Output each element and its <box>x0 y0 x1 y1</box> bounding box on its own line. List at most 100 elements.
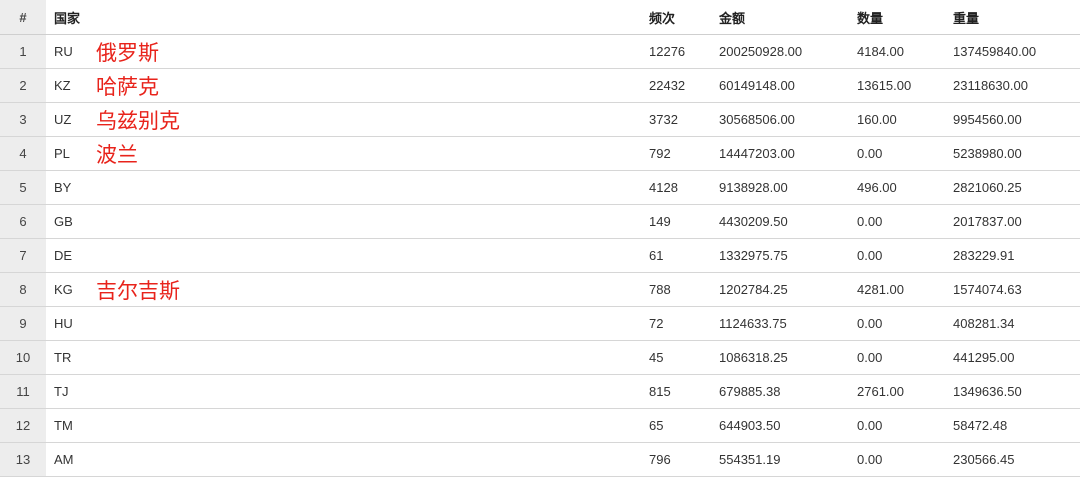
amount-cell: 554351.19 <box>719 452 781 467</box>
table-row[interactable]: 10 TR 45 1086318.25 0.00 441295.00 <box>0 341 1080 375</box>
frequency-cell: 149 <box>649 214 671 229</box>
row-index: 12 <box>0 409 46 442</box>
column-header-country[interactable]: 国家 <box>54 0 80 34</box>
column-header-frequency[interactable]: 频次 <box>649 0 675 34</box>
table-header: # 国家 频次 金额 数量 重量 <box>0 0 1080 35</box>
weight-cell: 1574074.63 <box>953 282 1022 297</box>
country-code: TR <box>54 350 72 365</box>
country-code: TM <box>54 418 73 433</box>
country-name-annotation: 波兰 <box>96 142 138 167</box>
quantity-cell: 0.00 <box>857 248 883 263</box>
frequency-cell: 3732 <box>649 112 678 127</box>
quantity-cell: 0.00 <box>857 452 883 467</box>
frequency-cell: 792 <box>649 146 671 161</box>
weight-cell: 1349636.50 <box>953 384 1022 399</box>
frequency-cell: 22432 <box>649 78 686 93</box>
frequency-cell: 788 <box>649 282 671 297</box>
frequency-cell: 815 <box>649 384 671 399</box>
data-table: # 国家 频次 金额 数量 重量 1 RU 俄罗斯 12276 200250928.00… <box>0 0 1080 477</box>
amount-cell: 30568506.00 <box>719 112 795 127</box>
row-index: 10 <box>0 341 46 374</box>
weight-cell: 408281.34 <box>953 316 1015 331</box>
country-code: BY <box>54 180 72 195</box>
frequency-cell: 45 <box>649 350 664 365</box>
amount-cell: 1124633.75 <box>719 316 787 331</box>
country-code: TJ <box>54 384 69 399</box>
table-row[interactable]: 13 AM 796 554351.19 0.00 230566.45 <box>0 443 1080 477</box>
frequency-cell: 796 <box>649 452 671 467</box>
row-index: 13 <box>0 443 46 476</box>
amount-cell: 1202784.25 <box>719 282 788 297</box>
amount-cell: 200250928.00 <box>719 44 803 59</box>
quantity-cell: 0.00 <box>857 350 883 365</box>
quantity-cell: 4184.00 <box>857 44 904 59</box>
row-index: 11 <box>0 375 46 408</box>
table-row[interactable]: 4 PL 波兰 792 14447203.00 0.00 5238980.00 <box>0 137 1080 171</box>
country-code: RU <box>54 44 73 59</box>
country-code: AM <box>54 452 74 467</box>
row-index: 8 <box>0 273 46 306</box>
table-row[interactable]: 3 UZ 乌兹别克 3732 30568506.00 160.00 9954560.00 <box>0 103 1080 137</box>
weight-cell: 441295.00 <box>953 350 1015 365</box>
amount-cell: 1332975.75 <box>719 248 788 263</box>
table-row[interactable]: 11 TJ 815 679885.38 2761.00 1349636.50 <box>0 375 1080 409</box>
column-header-quantity[interactable]: 数量 <box>857 0 883 34</box>
quantity-cell: 0.00 <box>857 418 883 433</box>
weight-cell: 2017837.00 <box>953 214 1022 229</box>
weight-cell: 23118630.00 <box>953 78 1028 93</box>
weight-cell: 137459840.00 <box>953 44 1037 59</box>
table-row[interactable]: 8 KG 吉尔吉斯 788 1202784.25 4281.00 1574074.63 <box>0 273 1080 307</box>
quantity-cell: 0.00 <box>857 146 883 161</box>
row-index: 9 <box>0 307 46 340</box>
frequency-cell: 12276 <box>649 44 686 59</box>
quantity-cell: 0.00 <box>857 316 883 331</box>
frequency-cell: 4128 <box>649 180 678 195</box>
country-name-annotation: 俄罗斯 <box>96 40 159 65</box>
frequency-cell: 72 <box>649 316 664 331</box>
amount-cell: 679885.38 <box>719 384 781 399</box>
weight-cell: 283229.91 <box>953 248 1015 263</box>
amount-cell: 14447203.00 <box>719 146 795 161</box>
country-code: PL <box>54 146 70 161</box>
quantity-cell: 0.00 <box>857 214 883 229</box>
amount-cell: 1086318.25 <box>719 350 788 365</box>
table-row[interactable]: 5 BY 4128 9138928.00 496.00 2821060.25 <box>0 171 1080 205</box>
country-name-annotation: 哈萨克 <box>96 74 159 99</box>
weight-cell: 58472.48 <box>953 418 1008 433</box>
country-code: HU <box>54 316 73 331</box>
row-index: 6 <box>0 205 46 238</box>
amount-cell: 9138928.00 <box>719 180 788 195</box>
column-header-index[interactable]: # <box>0 0 46 34</box>
frequency-cell: 61 <box>649 248 664 263</box>
table-row[interactable]: 9 HU 72 1124633.75 0.00 408281.34 <box>0 307 1080 341</box>
country-code: KZ <box>54 78 71 93</box>
amount-cell: 644903.50 <box>719 418 781 433</box>
quantity-cell: 4281.00 <box>857 282 904 297</box>
country-name-annotation: 吉尔吉斯 <box>96 278 180 303</box>
frequency-cell: 65 <box>649 418 664 433</box>
table-row[interactable]: 7 DE 61 1332975.75 0.00 283229.91 <box>0 239 1080 273</box>
table-body: 1 RU 俄罗斯 12276 200250928.00 4184.00 137459840.… <box>0 35 1080 477</box>
row-index: 1 <box>0 35 46 68</box>
country-name-annotation: 乌兹别克 <box>96 108 180 133</box>
column-header-amount[interactable]: 金额 <box>719 0 745 34</box>
quantity-cell: 160.00 <box>857 112 897 127</box>
amount-cell: 60149148.00 <box>719 78 795 93</box>
table-row[interactable]: 1 RU 俄罗斯 12276 200250928.00 4184.00 137459840.… <box>0 35 1080 69</box>
table-row[interactable]: 12 TM 65 644903.50 0.00 58472.48 <box>0 409 1080 443</box>
weight-cell: 230566.45 <box>953 452 1015 467</box>
table-row[interactable]: 6 GB 149 4430209.50 0.00 2017837.00 <box>0 205 1080 239</box>
quantity-cell: 13615.00 <box>857 78 912 93</box>
country-code: UZ <box>54 112 72 127</box>
row-index: 2 <box>0 69 46 102</box>
weight-cell: 2821060.25 <box>953 180 1022 195</box>
row-index: 4 <box>0 137 46 170</box>
table-row[interactable]: 2 KZ 哈萨克 22432 60149148.00 13615.00 23118630.0… <box>0 69 1080 103</box>
quantity-cell: 2761.00 <box>857 384 904 399</box>
quantity-cell: 496.00 <box>857 180 897 195</box>
row-index: 3 <box>0 103 46 136</box>
row-index: 7 <box>0 239 46 272</box>
weight-cell: 5238980.00 <box>953 146 1022 161</box>
column-header-weight[interactable]: 重量 <box>953 0 979 34</box>
amount-cell: 4430209.50 <box>719 214 788 229</box>
